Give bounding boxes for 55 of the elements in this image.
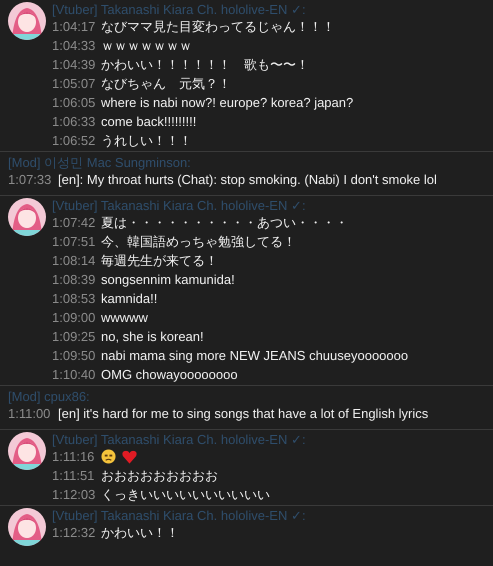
message-text: where is nabi now?! europe? korea? japan? bbox=[101, 94, 354, 112]
timestamp: 1:11:51 bbox=[52, 466, 96, 485]
author-name: [Vtuber] Takanashi Kiara Ch. hololive-EN ✓: bbox=[52, 432, 306, 447]
author-name: [Mod] 이성민 Mac Sungminson: bbox=[8, 155, 192, 170]
timestamp: 1:11:00 bbox=[8, 404, 52, 423]
message-text: kamnida!! bbox=[101, 290, 158, 308]
timestamp: 1:04:39 bbox=[52, 56, 96, 74]
author-name: [Mod] cpux86: bbox=[8, 389, 91, 404]
message-text: [en]: My throat hurts (Chat): stop smoking. (Nabi) I don't smoke lol bbox=[58, 170, 437, 189]
timestamp: 1:06:33 bbox=[52, 112, 96, 131]
message-text: なびちゃん 元気？！ bbox=[101, 74, 231, 93]
message-text: ｗｗｗｗｗｗｗ bbox=[101, 36, 192, 55]
timestamp: 1:12:03 bbox=[52, 486, 96, 504]
avatar bbox=[8, 2, 46, 40]
message-text: 夏は・・・・・・・・・・あつい・・・・ bbox=[101, 214, 348, 232]
timestamp: 1:12:32 bbox=[52, 524, 96, 542]
timestamp: 1:08:53 bbox=[52, 290, 96, 308]
message-text: OMG chowayoooooooo bbox=[101, 366, 238, 384]
timestamp: 1:09:25 bbox=[52, 328, 96, 346]
timestamp: 1:06:52 bbox=[52, 132, 96, 150]
message-text: songsennim kamunida! bbox=[101, 270, 235, 289]
message-text: nabi mama sing more NEW JEANS chuuseyooooooo bbox=[101, 346, 408, 365]
timestamp: 1:07:42 bbox=[52, 214, 96, 232]
timestamp: 1:08:39 bbox=[52, 270, 96, 289]
timestamp: 1:05:07 bbox=[52, 74, 96, 93]
timestamp: 1:08:14 bbox=[52, 252, 96, 270]
message-text: 今、韓国語めっちゃ勉強してる！ bbox=[101, 232, 296, 251]
message-text: かわいい！！！！！！ 歌も〜〜！ bbox=[101, 56, 309, 74]
author-name: [Vtuber] Takanashi Kiara Ch. hololive-EN ✓: bbox=[52, 2, 307, 17]
face-emoji-icon bbox=[101, 449, 116, 464]
heart-icon bbox=[122, 450, 137, 464]
avatar bbox=[8, 432, 46, 470]
message-text: かわいい！！ bbox=[101, 524, 179, 542]
message-text: no, she is korean! bbox=[101, 328, 204, 346]
message-text: くっきいいいいいいいいいい bbox=[101, 486, 270, 504]
timestamp: 1:07:33 bbox=[8, 170, 52, 189]
avatar bbox=[8, 198, 46, 236]
author-name: [Vtuber] Takanashi Kiara Ch. hololive-EN ✓: bbox=[52, 198, 307, 213]
message-text: なびママ見た目変わってるじゃん！！！ bbox=[101, 18, 335, 36]
timestamp: 1:09:50 bbox=[52, 346, 96, 365]
message-text: wwwww bbox=[101, 308, 148, 327]
message-text: うれしい！！！ bbox=[101, 132, 192, 150]
timestamp: 1:06:05 bbox=[52, 94, 96, 112]
timestamp: 1:11:16 bbox=[52, 448, 96, 466]
avatar bbox=[8, 508, 46, 546]
message-text: come back!!!!!!!!! bbox=[101, 112, 196, 131]
author-name: [Vtuber] Takanashi Kiara Ch. hololive-EN ✓: bbox=[52, 508, 306, 523]
message-text: おおおおおおおおお bbox=[101, 466, 218, 485]
timestamp: 1:10:40 bbox=[52, 366, 96, 384]
timestamp: 1:04:33 bbox=[52, 36, 96, 55]
message-text: 毎週先生が来てる！ bbox=[101, 252, 218, 270]
timestamp: 1:09:00 bbox=[52, 308, 96, 327]
message-text: [en] it's hard for me to sing songs that have a lot of English lyrics bbox=[58, 404, 428, 423]
timestamp: 1:07:51 bbox=[52, 232, 96, 251]
timestamp: 1:04:17 bbox=[52, 18, 96, 36]
